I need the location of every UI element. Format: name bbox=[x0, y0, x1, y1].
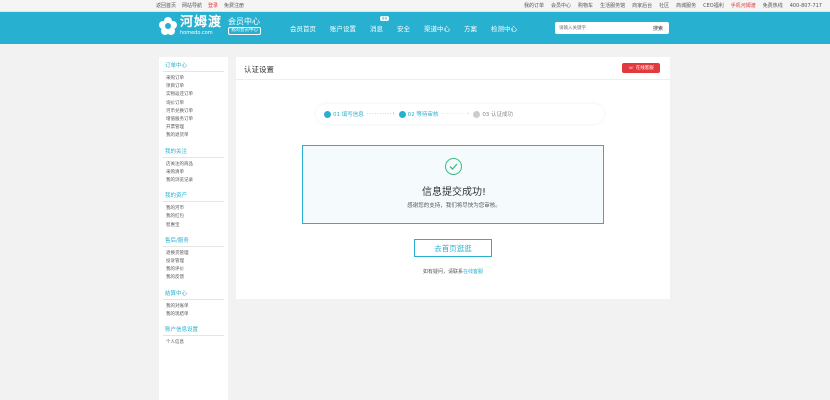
nav-account-settings[interactable]: 账户设置 bbox=[330, 23, 356, 33]
sidebar-item[interactable]: 店关注的商品 bbox=[163, 161, 224, 169]
sidebar-item[interactable]: 开票管理 bbox=[163, 124, 224, 132]
sidebar-item[interactable]: 我的河币 bbox=[163, 205, 224, 213]
sidebar-group-title[interactable]: 我的资产 bbox=[163, 190, 224, 203]
search-button[interactable]: 搜索 bbox=[653, 25, 663, 32]
headset-icon: ☏ bbox=[628, 65, 634, 71]
step-3: 03 认证成功 bbox=[473, 110, 513, 118]
step-1-label: 01 填写信息 bbox=[333, 112, 364, 118]
main-panel: 认证设置 ☏ 在线客服 01 填写信息 ··········› 02 等待审核 … bbox=[236, 57, 670, 299]
home-link[interactable]: 返回首页 bbox=[156, 2, 176, 9]
nav-channel-center[interactable]: 渠道中心 bbox=[424, 23, 450, 33]
success-subtitle: 感谢您的支持，我们将尽快为您审核。 bbox=[407, 203, 501, 209]
sidebar-item[interactable]: 采购清单 bbox=[163, 169, 224, 177]
success-box: 信息提交成功! 感谢您的支持，我们将尽快为您审核。 bbox=[302, 145, 604, 224]
step-done-icon bbox=[398, 110, 406, 118]
brand-name: 河姆渡 bbox=[180, 15, 223, 30]
top-link-member[interactable]: 会员中心 bbox=[551, 2, 571, 9]
sidebar-item[interactable]: 我的现结单 bbox=[163, 311, 224, 319]
site-nav-link[interactable]: 网站导航 bbox=[182, 2, 202, 9]
check-icon bbox=[445, 158, 462, 175]
hotline-number: 400-807-717 bbox=[789, 2, 822, 9]
login-link[interactable]: 登录 bbox=[208, 2, 218, 9]
top-link-mobile[interactable]: 手机河姆渡 bbox=[731, 2, 756, 9]
top-bar: 返回首页 网站导航 登录 免费注册 我的订单 会员中心 购物车 生活服务馆 商家… bbox=[0, 0, 830, 12]
contact-prefix: 如有疑问，请联系 bbox=[422, 269, 463, 275]
sidebar-item[interactable]: 我的红包 bbox=[163, 213, 224, 221]
top-link-ceo[interactable]: CEO福利 bbox=[703, 2, 724, 9]
contact-line: 如有疑问，请联系在线客服 bbox=[236, 268, 670, 275]
top-link-orders[interactable]: 我的订单 bbox=[524, 2, 544, 9]
step-3-label: 03 认证成功 bbox=[482, 112, 514, 118]
sidebar-group-title[interactable]: 售后/服务 bbox=[163, 235, 224, 247]
sidebar: 订单中心 采购订单 项目订单 实物返还订单 询价订单 河币兑换订单 增值服务订单… bbox=[159, 57, 228, 400]
hotline-label: 免费热线 bbox=[762, 3, 783, 9]
sidebar-item[interactable]: 我的对账单 bbox=[163, 303, 224, 311]
sidebar-item[interactable]: 询价订单 bbox=[163, 100, 224, 108]
top-link-community[interactable]: 社区 bbox=[659, 2, 669, 9]
sidebar-group-title[interactable]: 结算中心 bbox=[163, 288, 224, 300]
sidebar-item[interactable]: 我的浏览记录 bbox=[163, 177, 224, 185]
step-2-label: 02 等待审核 bbox=[407, 112, 439, 118]
nav-messages-label: 消息 bbox=[370, 25, 383, 33]
search-input[interactable] bbox=[555, 22, 645, 34]
top-link-seller[interactable]: 商家后台 bbox=[632, 2, 652, 9]
step-connector: ··········› bbox=[366, 111, 396, 117]
sidebar-item[interactable]: 退换货管理 bbox=[163, 250, 224, 258]
search-box: 搜索 bbox=[555, 22, 669, 34]
nav-member-home[interactable]: 会员首页 bbox=[290, 23, 316, 33]
sidebar-item[interactable]: 我的评价 bbox=[163, 266, 224, 274]
step-connector: ··········› bbox=[441, 111, 471, 117]
sidebar-item[interactable]: 我的反馈 bbox=[163, 274, 224, 282]
sidebar-item[interactable]: 我的退货单 bbox=[163, 132, 224, 140]
sidebar-item[interactable]: 项目订单 bbox=[163, 83, 224, 91]
online-service-label: 在线客服 bbox=[635, 66, 654, 71]
sidebar-group-orders: 订单中心 采购订单 项目订单 实物返还订单 询价订单 河币兑换订单 增值服务订单… bbox=[163, 60, 224, 141]
sidebar-group-assets: 我的资产 我的河币 我的红包 智惠宝 bbox=[163, 190, 224, 230]
member-center-title: 会员中心 bbox=[228, 17, 261, 26]
sidebar-group-title[interactable]: 订单中心 bbox=[163, 60, 224, 72]
sidebar-item[interactable]: 投诉管理 bbox=[163, 258, 224, 266]
top-link-cart[interactable]: 购物车 bbox=[578, 2, 593, 9]
title-divider bbox=[236, 79, 670, 80]
nav-inspection-center[interactable]: 检测中心 bbox=[491, 23, 517, 33]
sidebar-group-settlement: 结算中心 我的对账单 我的现结单 bbox=[163, 288, 224, 319]
logo[interactable]: 河姆渡 homedo.com 会员中心 我的会员中心 bbox=[158, 15, 262, 36]
sidebar-group-account: 账户信息设置 个人信息 bbox=[163, 324, 224, 347]
main-nav: 会员首页 账户设置 消息 99 安全 渠道中心 方案 检测中心 bbox=[290, 16, 517, 33]
contact-online-service-link[interactable]: 在线客服 bbox=[463, 269, 483, 275]
success-title: 信息提交成功! bbox=[421, 187, 486, 198]
sidebar-item[interactable]: 个人信息 bbox=[163, 339, 224, 347]
step-2: 02 等待审核 bbox=[398, 110, 439, 118]
flower-logo-icon bbox=[158, 16, 178, 36]
sidebar-group-follow: 我的关注 店关注的商品 采购清单 我的浏览记录 bbox=[163, 146, 224, 186]
step-done-icon bbox=[324, 110, 331, 118]
nav-solutions[interactable]: 方案 bbox=[464, 23, 477, 33]
online-service-button[interactable]: ☏ 在线客服 bbox=[622, 63, 660, 73]
top-link-service[interactable]: 生活服务馆 bbox=[600, 2, 625, 9]
sidebar-item[interactable]: 实物返还订单 bbox=[163, 91, 224, 99]
sidebar-group-title[interactable]: 账户信息设置 bbox=[163, 324, 224, 337]
member-center-sub: 我的会员中心 bbox=[228, 27, 262, 35]
top-link-mall[interactable]: 商城服务 bbox=[676, 2, 696, 9]
step-1: 01 填写信息 bbox=[324, 110, 364, 118]
message-badge: 99 bbox=[379, 16, 389, 21]
brand-domain: homedo.com bbox=[180, 30, 213, 36]
nav-security[interactable]: 安全 bbox=[397, 23, 410, 33]
sidebar-group-aftersales: 售后/服务 退换货管理 投诉管理 我的评价 我的反馈 bbox=[163, 235, 224, 283]
sidebar-group-title[interactable]: 我的关注 bbox=[163, 146, 224, 158]
header: 河姆渡 homedo.com 会员中心 我的会员中心 会员首页 账户设置 消息 … bbox=[0, 12, 830, 44]
sidebar-item[interactable]: 智惠宝 bbox=[163, 222, 224, 230]
sidebar-item[interactable]: 采购订单 bbox=[163, 75, 224, 83]
sidebar-item[interactable]: 河币兑换订单 bbox=[163, 108, 224, 116]
step-pending-icon bbox=[473, 110, 481, 118]
progress-steps: 01 填写信息 ··········› 02 等待审核 ··········› … bbox=[316, 104, 604, 124]
page-title: 认证设置 bbox=[244, 65, 274, 74]
nav-messages[interactable]: 消息 99 bbox=[370, 16, 389, 33]
sidebar-item[interactable]: 增值服务订单 bbox=[163, 116, 224, 124]
go-home-button[interactable]: 去首页逛逛 bbox=[414, 239, 492, 257]
register-link[interactable]: 免费注册 bbox=[224, 2, 244, 9]
